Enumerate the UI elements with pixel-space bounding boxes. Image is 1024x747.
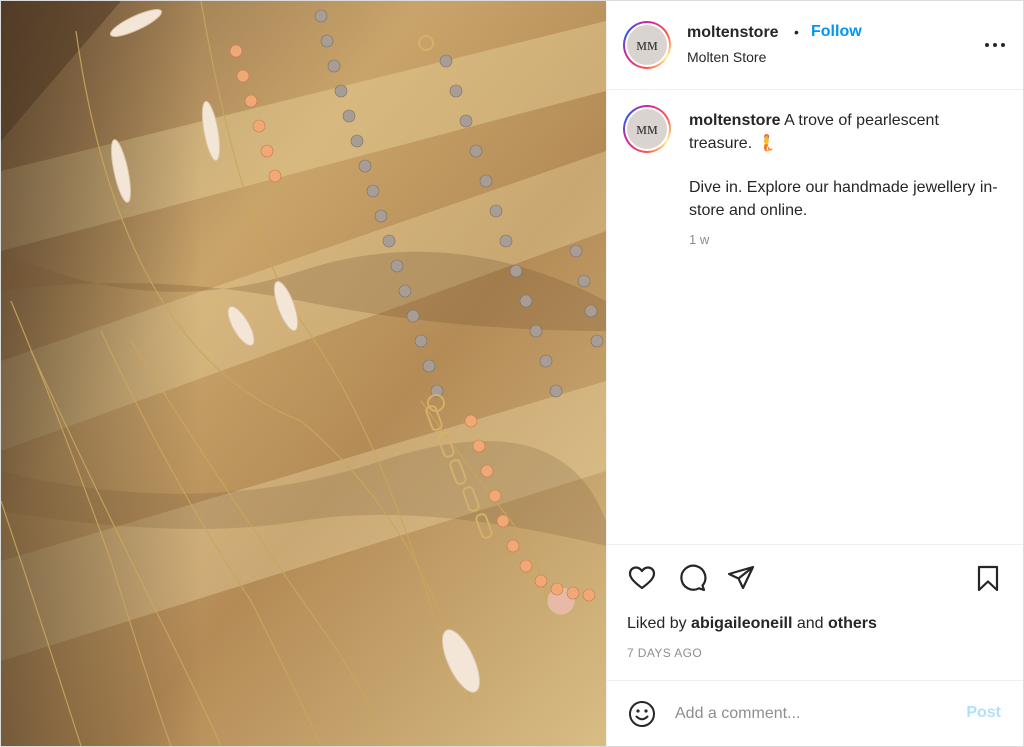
instagram-post: ᴍᴍ moltenstore • Follow Molten Store ᴍᴍ … [0, 0, 1024, 747]
liked-by: Liked by abigaileoneill and others [627, 615, 877, 633]
caption-text-2: Dive in. Explore our handmade jewellery … [689, 179, 998, 219]
liked-by-and: and [796, 615, 824, 632]
post-photo[interactable] [1, 1, 606, 746]
caption-username[interactable]: moltenstore [689, 112, 781, 129]
liked-by-prefix: Liked by [627, 615, 687, 632]
liked-by-user[interactable]: abigaileoneill [691, 615, 792, 632]
caption-avatar[interactable]: ᴍᴍ [623, 105, 671, 153]
share-icon[interactable] [726, 563, 756, 593]
smiley-icon[interactable] [627, 699, 657, 729]
post-comment-button[interactable]: Post [966, 704, 1001, 722]
action-bar: Liked by abigaileoneill and others 7 DAY… [607, 544, 1023, 681]
username-link[interactable]: moltenstore [687, 24, 779, 42]
liked-by-others[interactable]: others [828, 615, 877, 632]
post-sidebar: ᴍᴍ moltenstore • Follow Molten Store ᴍᴍ … [606, 1, 1023, 746]
comment-input[interactable] [675, 699, 945, 729]
avatar[interactable]: ᴍᴍ [623, 21, 671, 69]
comment-bar: Post [607, 680, 1023, 746]
separator-dot: • [794, 24, 799, 40]
bookmark-icon[interactable] [973, 563, 1003, 593]
post-header: ᴍᴍ moltenstore • Follow Molten Store [607, 1, 1023, 90]
comment-icon[interactable] [677, 563, 707, 593]
avatar-monogram: ᴍᴍ [627, 25, 667, 65]
caption: moltenstore A trove of pearlescent treas… [689, 110, 999, 244]
post-date[interactable]: 7 DAYS AGO [627, 646, 702, 660]
caption-timestamp[interactable]: 1 w [689, 232, 709, 247]
avatar-monogram: ᴍᴍ [627, 109, 667, 149]
pearl-necklaces-image [1, 1, 606, 746]
heart-icon[interactable] [627, 563, 657, 593]
follow-button[interactable]: Follow [811, 23, 862, 41]
more-horizontal-icon[interactable] [983, 35, 1007, 55]
location-link[interactable]: Molten Store [687, 49, 766, 65]
